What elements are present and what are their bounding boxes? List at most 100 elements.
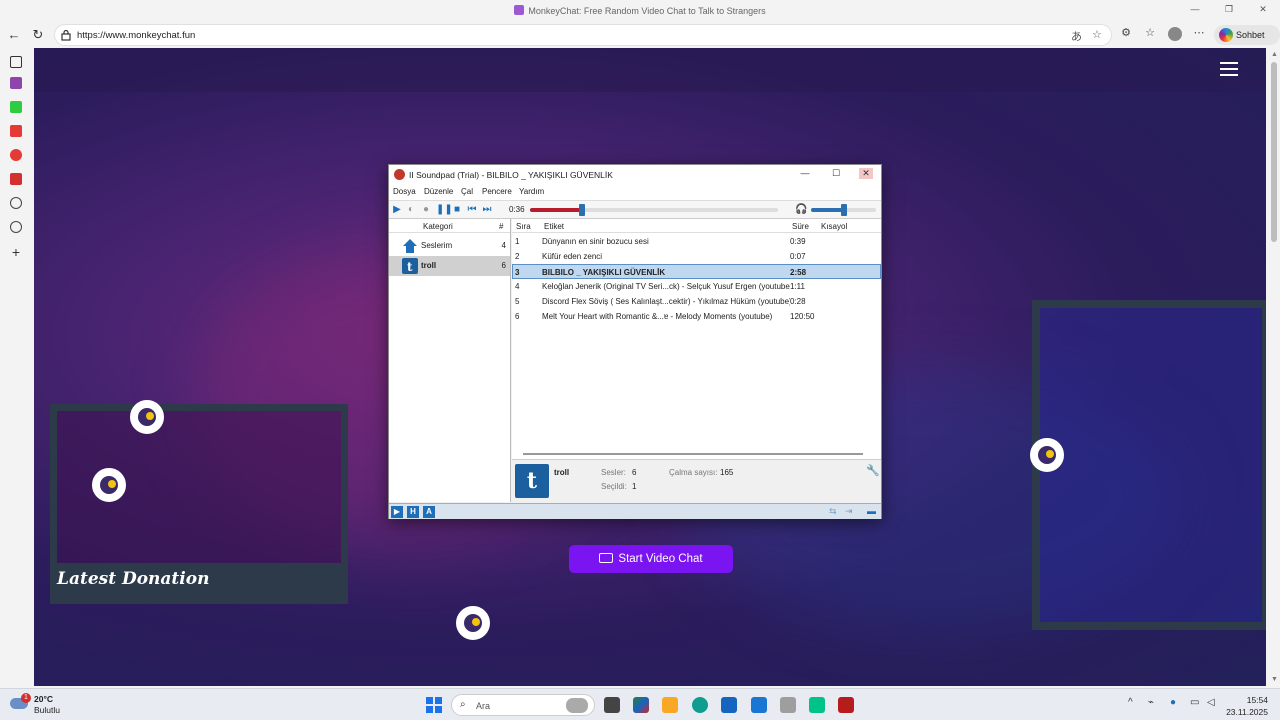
pocket-tab-icon[interactable] — [10, 173, 22, 185]
menu-dosya[interactable]: Dosya — [393, 187, 416, 196]
start-video-chat-button[interactable]: Start Video Chat — [569, 545, 733, 573]
read-aloud-icon[interactable]: あ — [1071, 28, 1082, 44]
volume-icon[interactable]: ◁ — [1207, 697, 1215, 708]
vivaldi-tab-icon[interactable] — [10, 149, 22, 161]
duration-column-header[interactable]: Süre — [792, 222, 809, 231]
sound-row[interactable]: 2 Küfür eden zenci 0:07 — [512, 249, 881, 264]
tab-actions-icon[interactable] — [10, 56, 22, 68]
menu-pencere[interactable]: Pencere — [482, 187, 512, 196]
menu-duzenle[interactable]: Düzenle — [424, 187, 453, 196]
menu-icon[interactable] — [1220, 62, 1238, 76]
windows-taskbar: 1 20°C Bulutlu ⌕ Ara ^ ⌁ ● ▭ ◁ 15:54 23.… — [0, 688, 1280, 720]
whatsapp-icon[interactable] — [809, 697, 825, 713]
extensions-icon[interactable]: ⚙ — [1118, 26, 1134, 39]
monkey-logo-icon — [456, 606, 490, 640]
soundpad-title-bar: II Soundpad (Trial) - BILBILO _ YAKIŞIKL… — [389, 165, 881, 185]
soundpad-taskbar-icon[interactable] — [838, 697, 854, 713]
wrench-icon[interactable]: 🔧 — [866, 464, 880, 477]
progress-knob[interactable] — [579, 204, 586, 216]
stop-icon[interactable]: ■ — [451, 204, 463, 216]
shortcut-column-header[interactable]: Kısayol — [821, 222, 847, 231]
count-header: # — [499, 222, 504, 231]
play-icon[interactable]: ▶ — [391, 204, 403, 216]
label-column-header[interactable]: Etiket — [544, 222, 564, 231]
widgets-app-icon[interactable] — [633, 697, 649, 713]
sound-row[interactable]: 5 Discord Flex Söviş ( Ses Kalınlaşt...ce… — [512, 294, 881, 309]
video-camera-icon — [599, 553, 614, 563]
favorites-icon[interactable]: ☆ — [1142, 26, 1158, 39]
elapsed-time: 0:36 — [509, 205, 525, 214]
restore-button[interactable]: ❐ — [1222, 4, 1236, 15]
latest-donation-frame: Latest Donation — [50, 404, 348, 604]
start-button[interactable] — [426, 697, 442, 713]
pause-icon[interactable]: ❚❚ — [436, 204, 453, 216]
category-header: Kategori — [423, 222, 453, 231]
svg-text:t: t — [407, 260, 413, 274]
monkey-logo-icon — [130, 400, 164, 434]
show-hidden-icons-icon[interactable]: ^ — [1128, 697, 1133, 708]
more-options-icon[interactable]: ⋯ — [1191, 26, 1207, 39]
profile-avatar[interactable] — [1168, 27, 1182, 41]
outlook-icon[interactable] — [751, 697, 767, 713]
task-view-icon[interactable] — [604, 697, 620, 713]
category-info-panel: t troll Sesler: 6 Seçildi: 1 Çalma sayıs… — [512, 459, 881, 502]
forward-icon[interactable]: ⇥ — [845, 506, 853, 517]
microphone-icon[interactable]: ● — [1170, 697, 1176, 708]
sound-row-selected[interactable]: 3 BILBILO _ YAKIŞIKLI GÜVENLİK 2:58 — [512, 264, 881, 279]
youtube-tab-icon[interactable] — [10, 125, 22, 137]
file-explorer-icon[interactable] — [662, 697, 678, 713]
menu-yardim[interactable]: Yardım — [519, 187, 544, 196]
playback-progress-bar[interactable] — [530, 204, 778, 216]
volume-slider[interactable] — [811, 204, 876, 216]
kick-tab-icon[interactable] — [10, 101, 22, 113]
taskbar-search[interactable]: ⌕ Ara — [451, 694, 595, 716]
site-favicon-icon — [514, 5, 525, 15]
soundpad-maximize-button[interactable]: ☐ — [829, 168, 843, 179]
globe-tab-icon[interactable] — [10, 221, 22, 233]
headphones-play-icon[interactable]: ◐ — [405, 204, 417, 216]
favorite-star-icon[interactable]: ☆ — [1092, 28, 1102, 41]
list-horizontal-scrollbar[interactable] — [523, 453, 863, 455]
new-tab-icon[interactable]: + — [10, 245, 22, 259]
volume-knob[interactable] — [840, 204, 847, 216]
chat-icon[interactable]: ▬ — [867, 506, 876, 516]
page-scrollbar[interactable]: ▲ ▼ — [1268, 48, 1280, 686]
home-icon — [403, 239, 417, 253]
globe-tab-icon[interactable] — [10, 197, 22, 209]
store-icon[interactable] — [721, 697, 737, 713]
monkeychat-tab-icon[interactable] — [10, 77, 22, 89]
category-panel: Kategori # Seslerim 4 t troll 6 — [389, 219, 511, 502]
status-play-button[interactable]: ▶ — [391, 506, 403, 518]
status-a-button[interactable]: A — [423, 506, 435, 518]
settings-app-icon[interactable] — [780, 697, 796, 713]
repeat-icon[interactable]: ⇆ — [829, 506, 837, 517]
sound-row[interactable]: 4 Keloğlan Jenerik (Original TV Seri...ck… — [512, 279, 881, 294]
next-icon[interactable]: ⏭ — [481, 204, 493, 216]
refresh-button[interactable]: ↻ — [28, 25, 48, 45]
sound-list: Sıra Etiket Süre Kısayol 1 Dünyanın en si… — [512, 219, 881, 459]
soundpad-menu-bar: Dosya Düzenle Çal Pencere Yardım — [389, 185, 881, 201]
close-button[interactable]: ✕ — [1256, 4, 1270, 15]
minimize-button[interactable]: — — [1188, 4, 1202, 15]
display-icon[interactable]: ▭ — [1190, 697, 1199, 708]
soundpad-status-bar: ▶ H A ⇆ ⇥ ▬ — [389, 503, 881, 519]
soundpad-minimize-button[interactable]: — — [798, 168, 812, 178]
sound-row[interactable]: 6 Melt Your Heart with Romantic &...ɐ - M… — [512, 309, 881, 324]
system-clock[interactable]: 15:54 23.11.2025 — [1226, 694, 1268, 718]
back-button[interactable]: ← — [4, 25, 24, 45]
index-column-header[interactable]: Sıra — [516, 222, 531, 231]
category-troll[interactable]: t troll 6 — [389, 256, 510, 276]
headphones-icon[interactable]: 🎧 — [795, 204, 807, 216]
status-h-button[interactable]: H — [407, 506, 419, 518]
microphone-play-icon[interactable]: ● — [420, 204, 432, 216]
info-category-name: troll — [554, 468, 570, 477]
menu-cal[interactable]: Çal — [461, 187, 473, 196]
copilot-button[interactable]: Sohbet et — [1214, 25, 1280, 60]
previous-icon[interactable]: ⏮ — [466, 204, 478, 216]
category-seslerim[interactable]: Seslerim 4 — [389, 236, 510, 256]
sound-row[interactable]: 1 Dünyanın en sinir bozucu sesi 0:39 — [512, 234, 881, 249]
edge-icon[interactable] — [692, 697, 708, 713]
network-icon[interactable]: ⌁ — [1148, 697, 1154, 708]
address-bar[interactable]: https://www.monkeychat.fun あ ☆ — [54, 24, 1112, 46]
soundpad-close-button[interactable]: ✕ — [859, 168, 873, 179]
